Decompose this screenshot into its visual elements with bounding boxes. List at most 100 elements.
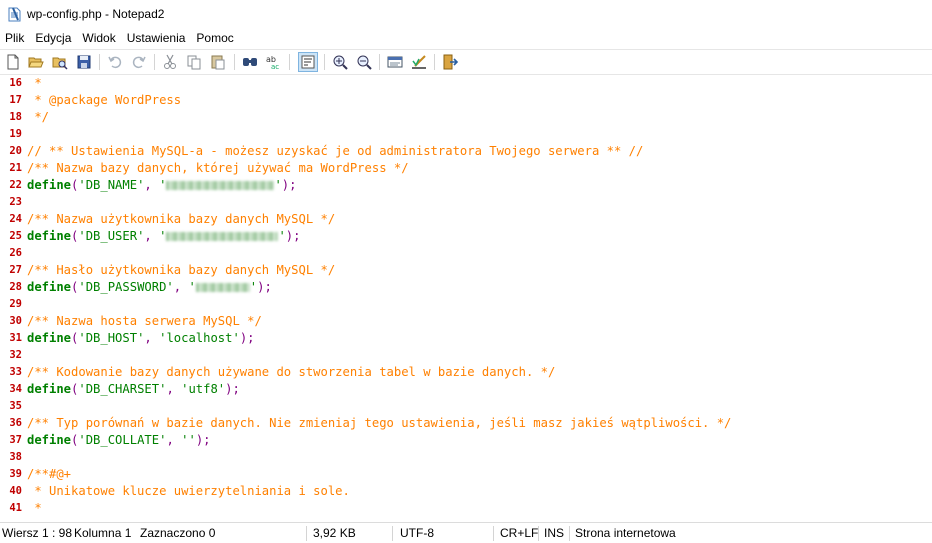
status-insert-mode[interactable]: INS: [544, 523, 564, 543]
find-icon[interactable]: [241, 53, 259, 71]
code-line[interactable]: 16 *: [0, 75, 932, 92]
code-line[interactable]: 17 * @package WordPress: [0, 92, 932, 109]
status-encoding[interactable]: UTF-8: [400, 523, 434, 543]
line-number: 21: [9, 162, 22, 174]
line-number: 41: [9, 502, 22, 514]
line-content: // ** Ustawienia MySQL-a - możesz uzyska…: [27, 143, 643, 160]
line-number: 40: [9, 485, 22, 497]
svg-text:ac: ac: [271, 63, 279, 71]
define-keyword: define: [27, 382, 72, 396]
code-line[interactable]: 40 * Unikatowe klucze uwierzytelniania i…: [0, 483, 932, 500]
open-file-icon[interactable]: [27, 53, 45, 71]
comma: ,: [166, 382, 182, 396]
comma: ,: [166, 433, 182, 447]
line-number: 25: [9, 230, 22, 242]
comment-text: * Unikatowe klucze uwierzytelniania i so…: [27, 484, 350, 498]
code-line[interactable]: 21 /** Nazwa bazy danych, której używać m…: [0, 160, 932, 177]
code-line[interactable]: 25 define('DB_USER', ' ');: [0, 228, 932, 245]
code-line[interactable]: 30 /** Nazwa hosta serwera MySQL */: [0, 313, 932, 330]
paren-close: );: [195, 433, 211, 447]
save-icon[interactable]: [75, 53, 93, 71]
line-content: /** Nazwa hosta serwera MySQL */: [27, 313, 262, 330]
code-line[interactable]: 26: [0, 245, 932, 262]
line-content: /** Typ porównań w bazie danych. Nie zmi…: [27, 415, 731, 432]
menu-file[interactable]: Plik: [0, 28, 30, 48]
line-number: 28: [9, 281, 22, 293]
code-line[interactable]: 39 /**#@+: [0, 466, 932, 483]
comma: ,: [144, 178, 160, 192]
line-content: /** Nazwa użytkownika bazy danych MySQL …: [27, 211, 335, 228]
code-line[interactable]: 33 /** Kodowanie bazy danych używane do s…: [0, 364, 932, 381]
code-line[interactable]: 41 *: [0, 500, 932, 517]
code-line[interactable]: 20 // ** Ustawienia MySQL-a - możesz uzys…: [0, 143, 932, 160]
replace-icon[interactable]: ab ac: [265, 53, 283, 71]
line-number: 39: [9, 468, 22, 480]
quote-close: ': [278, 229, 286, 243]
define-keyword: define: [27, 280, 72, 294]
new-file-icon[interactable]: [4, 53, 22, 71]
paren-close: );: [225, 382, 240, 396]
line-number: 35: [9, 400, 22, 412]
scheme-icon[interactable]: [386, 53, 404, 71]
code-line[interactable]: 37 define('DB_COLLATE', '');: [0, 432, 932, 449]
redacted-value: [195, 283, 250, 292]
customize-scheme-icon[interactable]: [410, 53, 428, 71]
line-content: define('DB_USER', ' ');: [27, 228, 300, 245]
status-line-ending[interactable]: CR+LF: [500, 523, 538, 543]
line-content: /** Kodowanie bazy danych używane do stw…: [27, 364, 555, 381]
quote-close: ': [274, 178, 282, 192]
comma: ,: [144, 229, 160, 243]
code-line[interactable]: 35: [0, 398, 932, 415]
cut-icon[interactable]: [161, 53, 179, 71]
line-number: 20: [9, 145, 22, 157]
code-line[interactable]: 31 define('DB_HOST', 'localhost');: [0, 330, 932, 347]
comment-text: // ** Ustawienia MySQL-a - możesz uzyska…: [27, 144, 644, 158]
code-line[interactable]: 36 /** Typ porównań w bazie danych. Nie z…: [0, 415, 932, 432]
line-number: 32: [9, 349, 22, 361]
editor[interactable]: 16 * 17 * @package WordPress 18 */19 20 // *…: [0, 75, 932, 520]
redo-icon[interactable]: [130, 53, 148, 71]
code-line[interactable]: 27 /** Hasło użytkownika bazy danych MySQ…: [0, 262, 932, 279]
code-line[interactable]: 32: [0, 347, 932, 364]
line-content: define('DB_NAME', ' ');: [27, 177, 296, 194]
copy-icon[interactable]: [185, 53, 203, 71]
code-line[interactable]: 19: [0, 126, 932, 143]
redacted-value: [166, 181, 275, 190]
comment-text: /**#@+: [27, 467, 72, 481]
code-line[interactable]: 38: [0, 449, 932, 466]
code-line[interactable]: 29: [0, 296, 932, 313]
line-number: 31: [9, 332, 22, 344]
menu-help[interactable]: Pomoc: [191, 28, 239, 48]
code-area[interactable]: 16 * 17 * @package WordPress 18 */19 20 // *…: [0, 75, 932, 517]
browse-icon[interactable]: [51, 53, 69, 71]
paste-icon[interactable]: [209, 53, 227, 71]
line-number: 30: [9, 315, 22, 327]
code-line[interactable]: 23: [0, 194, 932, 211]
menu-bar: Plik Edycja Widok Ustawienia Pomoc: [0, 28, 932, 48]
word-wrap-icon[interactable]: [298, 52, 318, 72]
menu-view[interactable]: Widok: [77, 28, 121, 48]
code-line[interactable]: 24 /** Nazwa użytkownika bazy danych MySQ…: [0, 211, 932, 228]
code-line[interactable]: 22 define('DB_NAME', ' ');: [0, 177, 932, 194]
line-number: 38: [9, 451, 22, 463]
menu-edit[interactable]: Edycja: [30, 28, 77, 48]
constant-value: 'localhost': [159, 331, 240, 345]
code-line[interactable]: 34 define('DB_CHARSET', 'utf8');: [0, 381, 932, 398]
line-number: 23: [9, 196, 22, 208]
constant-value: 'utf8': [181, 382, 226, 396]
zoom-in-icon[interactable]: [331, 53, 349, 71]
code-line[interactable]: 18 */: [0, 109, 932, 126]
comment-text: */: [27, 110, 50, 124]
comment-text: /** Typ porównań w bazie danych. Nie zmi…: [27, 416, 732, 430]
status-syntax[interactable]: Strona internetowa: [575, 523, 676, 543]
line-content: * Unikatowe klucze uwierzytelniania i so…: [27, 483, 350, 500]
menu-settings[interactable]: Ustawienia: [122, 28, 192, 48]
undo-icon[interactable]: [106, 53, 124, 71]
comment-text: *: [27, 76, 42, 90]
paren-close: );: [281, 178, 297, 192]
exit-icon[interactable]: [441, 53, 459, 71]
code-line[interactable]: 28 define('DB_PASSWORD', ' ');: [0, 279, 932, 296]
line-content: /**#@+: [27, 466, 71, 483]
zoom-out-icon[interactable]: [355, 53, 373, 71]
paren-close: );: [285, 229, 301, 243]
